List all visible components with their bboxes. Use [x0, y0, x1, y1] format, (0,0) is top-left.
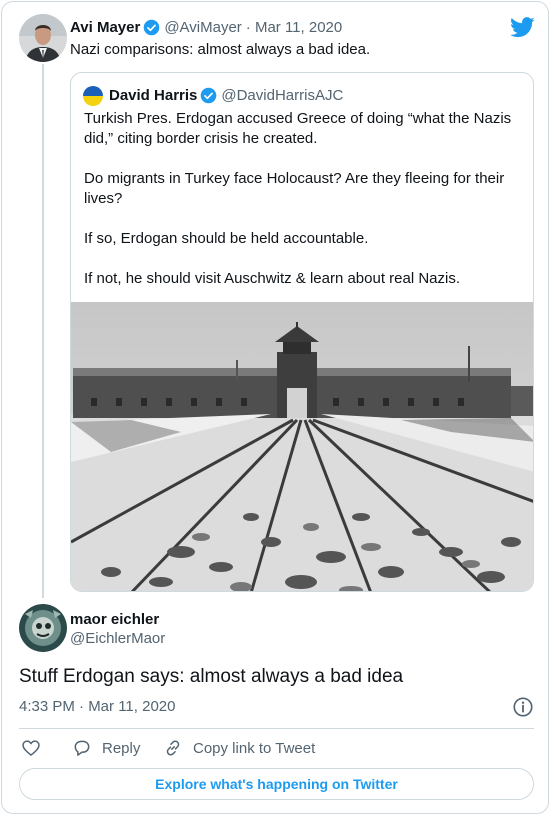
verified-badge-icon	[144, 19, 160, 36]
explore-twitter-button[interactable]: Explore what's happening on Twitter	[19, 768, 534, 800]
ukraine-flag-avatar	[83, 86, 103, 106]
quoted-tweet[interactable]: David Harris @DavidHarrisAJC Turkish Pre…	[70, 72, 534, 592]
maor-eichler-avatar[interactable]	[19, 604, 67, 652]
quoted-paragraph: If so, Erdogan should be held accountabl…	[84, 230, 369, 247]
like-button[interactable]	[21, 736, 51, 760]
verified-badge-icon	[201, 87, 217, 104]
copy-link-label: Copy link to Tweet	[193, 739, 316, 757]
reply-author-name[interactable]: maor eichler	[70, 611, 159, 628]
quoted-author-name: David Harris	[109, 87, 198, 104]
info-icon[interactable]	[512, 696, 534, 718]
tweet-date[interactable]: · Mar 11, 2020	[246, 19, 342, 36]
reply-text: Stuff Erdogan says: almost always a bad …	[19, 666, 404, 687]
reply-author-name-row: maor eichler	[70, 611, 159, 628]
link-icon	[166, 740, 180, 756]
reply-author-handle[interactable]: @EichlerMaor	[70, 630, 165, 647]
explore-label: Explore what's happening on Twitter	[155, 776, 398, 792]
avi-mayer-avatar[interactable]	[19, 14, 67, 62]
tweet-text: Nazi comparisons: almost always a bad id…	[70, 41, 371, 58]
reply-bubble-icon	[74, 740, 90, 756]
quoted-paragraph: If not, he should visit Auschwitz & lear…	[84, 270, 461, 287]
quoted-paragraph: Do migrants in Turkey face Holocaust? Ar…	[84, 170, 505, 207]
tweet-author-row: Avi Mayer @AviMayer · Mar 11, 2020	[70, 19, 342, 36]
quoted-author-handle: @DavidHarrisAJC	[221, 87, 344, 104]
copy-link-button[interactable]: Copy link to Tweet	[163, 736, 315, 760]
twitter-bird-icon[interactable]	[510, 17, 535, 38]
quoted-author-row: David Harris @DavidHarrisAJC	[109, 87, 343, 104]
quoted-paragraph: Turkish Pres. Erdogan accused Greece of …	[84, 110, 512, 147]
reply-label: Reply	[102, 739, 141, 757]
divider	[19, 728, 534, 729]
thread-connector-line	[42, 64, 44, 598]
tweet-author-handle[interactable]: @AviMayer	[164, 19, 241, 36]
heart-icon	[22, 740, 40, 756]
reply-button[interactable]: Reply	[72, 736, 140, 760]
tweet-author-name[interactable]: Avi Mayer	[70, 19, 140, 36]
auschwitz-gate-photo[interactable]	[71, 302, 534, 592]
reply-author-handle-row: @EichlerMaor	[70, 630, 165, 647]
embedded-tweet-card: Avi Mayer @AviMayer · Mar 11, 2020 Nazi …	[1, 1, 549, 814]
reply-timestamp[interactable]: 4:33 PM · Mar 11, 2020	[19, 698, 175, 715]
